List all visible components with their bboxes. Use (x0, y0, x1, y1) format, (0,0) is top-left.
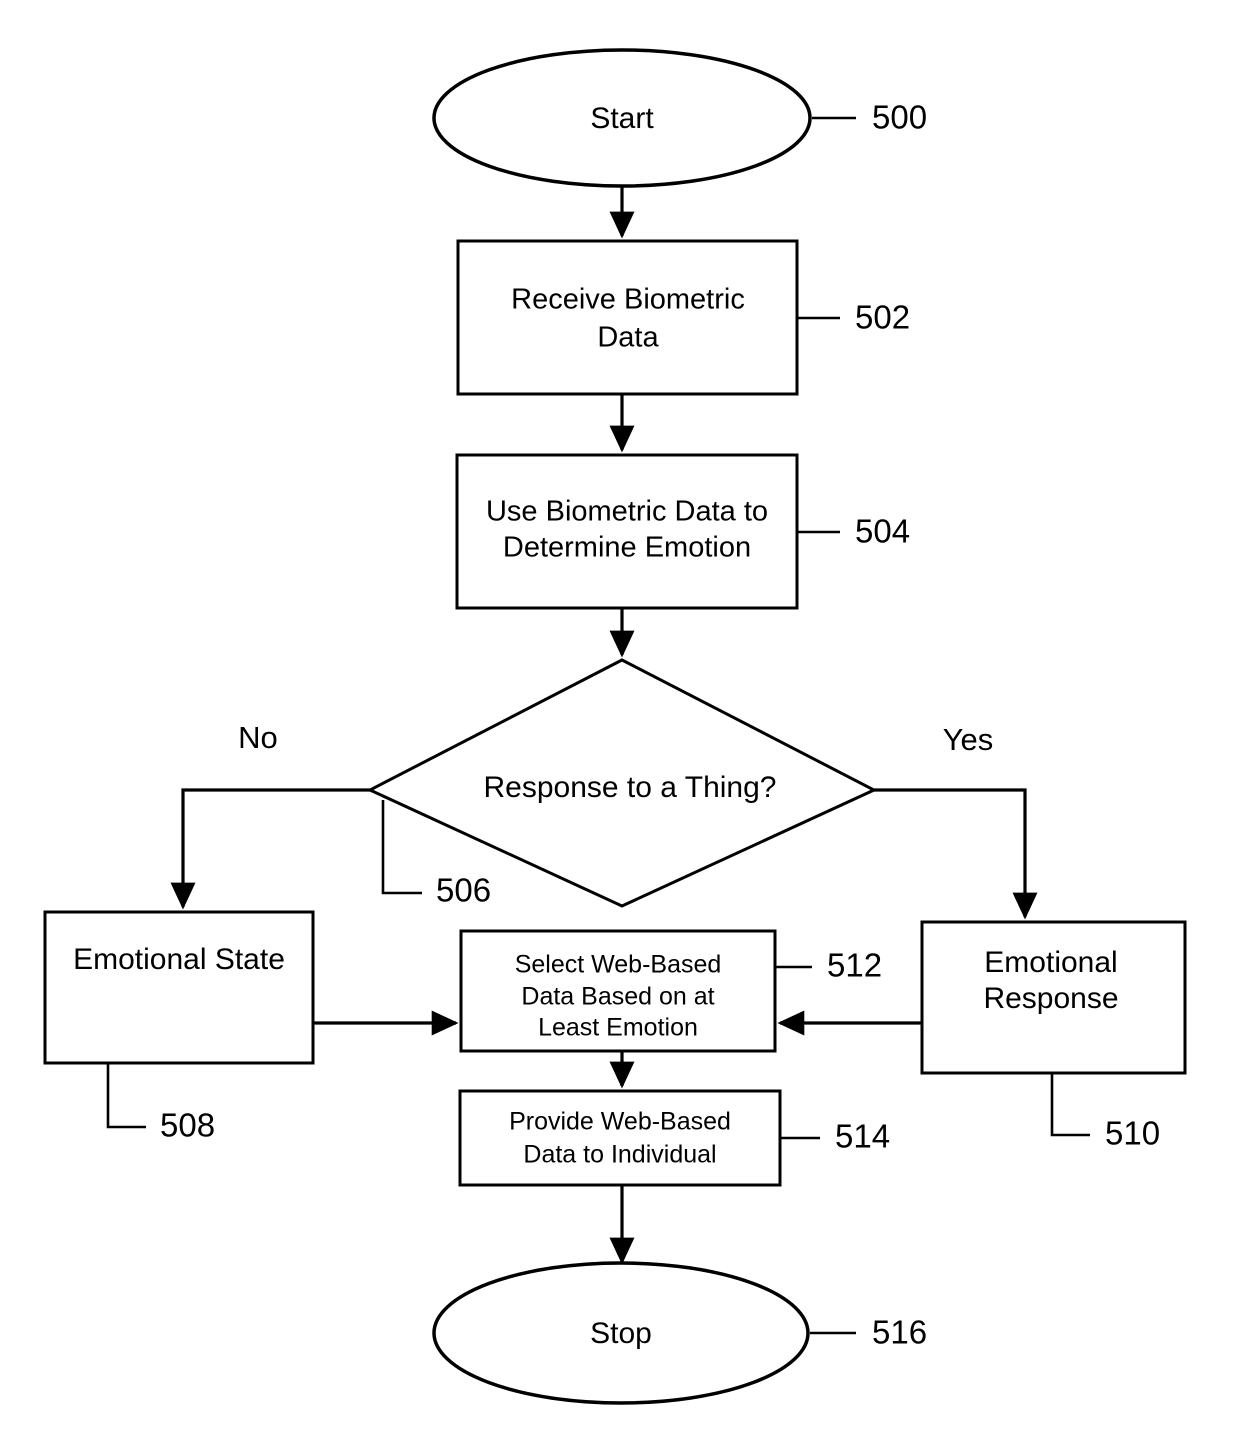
flowchart-diagram: Start 500 Receive Biometric Data 502 Use… (0, 0, 1240, 1449)
provide-web-data-label-line1: Provide Web-Based (509, 1108, 731, 1136)
branch-label-yes: Yes (943, 722, 994, 757)
ref-506-text: 506 (436, 872, 491, 909)
node-emotional-response[interactable]: Emotional Response (920, 920, 1187, 1075)
select-web-data-label-line1: Select Web-Based (515, 951, 722, 979)
node-select-web-based-data[interactable]: Select Web-Based Data Based on at Least … (459, 929, 777, 1053)
provide-web-data-label-line2: Data to Individual (523, 1141, 716, 1169)
connector-no-branch (170, 788, 372, 910)
emotional-response-label-line1: Emotional (984, 946, 1117, 979)
ref-502-text: 502 (855, 299, 910, 336)
ref-504: 504 (797, 513, 910, 550)
determine-emotion-label-line1: Use Biometric Data to (486, 496, 768, 528)
receive-biometric-box (456, 239, 799, 396)
connector-yes-branch (874, 788, 1038, 920)
receive-biometric-label-line2: Data (597, 322, 659, 354)
ref-508-leader (106, 1063, 146, 1129)
ref-510: 510 (1050, 1073, 1160, 1152)
select-web-data-label-line3: Least Emotion (538, 1014, 698, 1042)
ref-516-text: 516 (872, 1314, 927, 1351)
node-start[interactable]: Start (432, 48, 812, 188)
ref-510-leader (1050, 1073, 1090, 1137)
ref-510-text: 510 (1105, 1115, 1160, 1152)
determine-emotion-label-line2: Determine Emotion (503, 532, 751, 564)
start-label: Start (590, 102, 654, 135)
select-web-data-label-line2: Data Based on at (521, 983, 714, 1011)
ref-516: 516 (810, 1314, 927, 1351)
ref-514: 514 (780, 1118, 890, 1155)
flowchart-canvas: Start 500 Receive Biometric Data 502 Use… (43, 48, 1187, 1405)
node-provide-web-based-data[interactable]: Provide Web-Based Data to Individual (458, 1089, 782, 1187)
ref-506-leader (381, 800, 422, 895)
ref-512-text: 512 (827, 947, 882, 984)
decision-label: Response to a Thing? (484, 771, 777, 804)
node-decision-response-to-a-thing[interactable]: Response to a Thing? (366, 658, 878, 908)
ref-500: 500 (812, 99, 927, 136)
ref-512: 512 (775, 947, 882, 984)
ref-508: 508 (106, 1063, 215, 1144)
node-receive-biometric-data[interactable]: Receive Biometric Data (456, 239, 799, 396)
ref-504-text: 504 (855, 513, 910, 550)
emotional-response-label-line2: Response (983, 982, 1118, 1015)
stop-label: Stop (590, 1317, 652, 1350)
node-determine-emotion[interactable]: Use Biometric Data to Determine Emotion (455, 453, 799, 610)
branch-label-no: No (238, 720, 278, 755)
ref-500-text: 500 (872, 99, 927, 136)
ref-514-text: 514 (835, 1118, 890, 1155)
node-stop[interactable]: Stop (432, 1261, 810, 1405)
emotional-state-label: Emotional State (73, 943, 285, 976)
provide-web-data-box (458, 1089, 782, 1187)
ref-508-text: 508 (160, 1107, 215, 1144)
ref-502: 502 (797, 299, 910, 336)
node-emotional-state[interactable]: Emotional State (43, 910, 315, 1065)
emotional-state-box (43, 910, 315, 1065)
receive-biometric-label-line1: Receive Biometric (511, 284, 745, 316)
